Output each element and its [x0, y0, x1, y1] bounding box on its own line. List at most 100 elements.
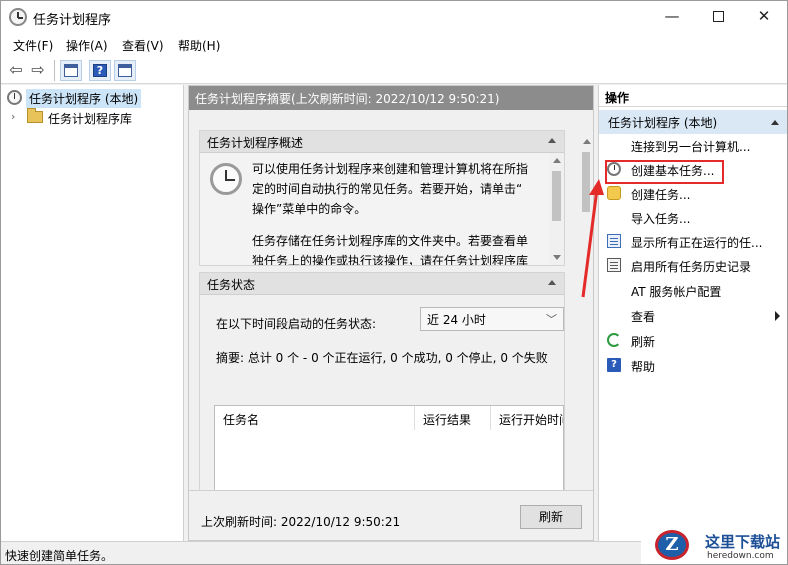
summary-footer: 上次刷新时间: 2022/10/12 9:50:21 刷新	[189, 490, 593, 540]
tree-item-task-scheduler-local[interactable]: 任务计划程序 (本地)	[1, 87, 184, 108]
overview-line: 操作”菜单中的命令。	[252, 202, 367, 216]
summary-header: 任务计划程序摘要(上次刷新时间: 2022/10/12 9:50:21)	[189, 86, 593, 110]
watermark-name: 这里下载站	[705, 533, 781, 551]
status-summary: 摘要: 总计 0 个 - 0 个正在运行, 0 个成功, 0 个停止, 0 个失…	[216, 351, 548, 365]
action-view[interactable]: 查看	[599, 304, 787, 328]
expand-icon[interactable]: ›	[11, 110, 15, 123]
column-header-run-result[interactable]: 运行结果	[415, 406, 491, 430]
watermark-logo-icon: Z	[655, 530, 689, 560]
action-label: 创建任务...	[631, 188, 691, 202]
menu-file[interactable]: 文件(F)	[13, 37, 53, 54]
actions-section-title: 任务计划程序 (本地)	[608, 116, 718, 130]
summary-scroll-area: 任务计划程序概述 可以使用任务计划程序来创建和管理计算机将在所指 定的时间自动执…	[189, 110, 593, 525]
window-title: 任务计划程序	[33, 13, 112, 28]
refresh-icon	[607, 333, 621, 347]
console-tree-icon	[64, 64, 78, 77]
show-hide-console-tree-button[interactable]	[60, 60, 82, 81]
overview-section-header[interactable]: 任务计划程序概述	[200, 131, 564, 153]
forward-arrow-icon[interactable]: ⇨	[29, 62, 47, 78]
action-label: 导入任务...	[631, 212, 691, 226]
last-refresh-text: 上次刷新时间: 2022/10/12 9:50:21	[201, 515, 401, 529]
clock-icon	[9, 8, 27, 26]
help-icon: ?	[607, 358, 621, 372]
console-tree: 任务计划程序 (本地) › 任务计划程序库	[1, 85, 184, 541]
action-label: 启用所有任务历史记录	[631, 260, 752, 274]
back-arrow-icon[interactable]: ⇦	[7, 62, 25, 78]
show-hide-action-pane-button[interactable]	[114, 60, 136, 81]
column-header-run-start-time[interactable]: 运行开始时间	[491, 406, 563, 430]
section-title: 任务状态	[207, 278, 256, 292]
task-scheduler-window: 任务计划程序 — ✕ 文件(F) 操作(A) 查看(V) 帮助(H) ⇦ ⇨ ?…	[0, 0, 788, 565]
close-button[interactable]: ✕	[741, 1, 787, 33]
action-help[interactable]: ? 帮助	[599, 354, 787, 378]
column-header-task-name[interactable]: 任务名	[215, 406, 415, 430]
menu-bar: 文件(F) 操作(A) 查看(V) 帮助(H)	[1, 33, 787, 57]
scroll-up-icon[interactable]	[583, 139, 591, 144]
period-value: 近 24 小时	[427, 313, 486, 327]
menu-action[interactable]: 操作(A)	[66, 37, 108, 54]
title-bar: 任务计划程序 — ✕	[1, 1, 787, 33]
action-label: 连接到另一台计算机...	[631, 140, 751, 154]
overview-line: 可以使用任务计划程序来创建和管理计算机将在所指	[252, 162, 529, 176]
period-select[interactable]: 近 24 小时 ﹀	[420, 307, 564, 331]
actions-title: 操作	[599, 85, 787, 107]
task-status-section-header[interactable]: 任务状态	[200, 273, 564, 295]
collapse-icon[interactable]	[771, 120, 779, 125]
overview-body: 可以使用任务计划程序来创建和管理计算机将在所指 定的时间自动执行的常见任务。若要…	[200, 153, 564, 265]
help-icon: ?	[93, 64, 107, 77]
action-label: 查看	[631, 310, 656, 324]
action-display-running-tasks[interactable]: 显示所有正在运行的任...	[599, 230, 787, 254]
status-text: 快速创建简单任务。	[5, 549, 114, 563]
action-at-service-account[interactable]: AT 服务帐户配置	[599, 279, 787, 303]
chevron-right-icon	[775, 311, 780, 321]
action-label: 刷新	[631, 335, 656, 349]
folder-icon	[27, 108, 43, 123]
help-button[interactable]: ?	[89, 60, 111, 81]
action-create-task[interactable]: 创建任务...	[599, 182, 787, 206]
collapse-icon[interactable]	[548, 138, 556, 143]
highlight-box	[605, 160, 724, 184]
clock-icon	[210, 163, 242, 195]
toolbar: ⇦ ⇨ ?	[1, 57, 787, 84]
chevron-down-icon: ﹀	[546, 313, 557, 326]
minimize-button[interactable]: —	[649, 1, 695, 33]
action-label: AT 服务帐户配置	[631, 285, 722, 299]
watermark: Z 这里下载站 heredown.com	[641, 526, 787, 564]
period-label: 在以下时间段启动的任务状态:	[216, 317, 377, 331]
section-title: 任务计划程序概述	[207, 136, 304, 150]
task-status-section: 任务状态 在以下时间段启动的任务状态: 近 24 小时 ﹀ 摘要: 总计 0 个…	[199, 272, 565, 525]
refresh-button[interactable]: 刷新	[520, 505, 582, 529]
action-label: 显示所有正在运行的任...	[631, 236, 763, 250]
toolbar-separator	[54, 60, 55, 81]
tree-item-label: 任务计划程序库	[48, 112, 133, 126]
overview-section: 任务计划程序概述 可以使用任务计划程序来创建和管理计算机将在所指 定的时间自动执…	[199, 130, 565, 266]
overview-line: 定的时间自动执行的常见任务。若要开始，请单击“	[252, 182, 523, 196]
tree-item-label: 任务计划程序 (本地)	[26, 89, 142, 108]
scroll-up-icon[interactable]	[553, 158, 561, 163]
overview-line: 任务存储在任务计划程序库的文件夹中。若要查看单	[252, 234, 529, 248]
action-refresh[interactable]: 刷新	[599, 329, 787, 353]
clock-icon	[7, 90, 22, 105]
action-pane-icon	[118, 64, 132, 77]
action-enable-task-history[interactable]: 启用所有任务历史记录	[599, 254, 787, 278]
menu-help[interactable]: 帮助(H)	[178, 37, 220, 54]
scroll-down-icon[interactable]	[553, 255, 561, 260]
action-connect-another-computer[interactable]: 连接到另一台计算机...	[599, 134, 787, 158]
menu-view[interactable]: 查看(V)	[122, 37, 164, 54]
action-label: 帮助	[631, 360, 656, 374]
action-import-task[interactable]: 导入任务...	[599, 206, 787, 230]
actions-section-header[interactable]: 任务计划程序 (本地)	[599, 110, 787, 134]
tree-item-task-library[interactable]: › 任务计划程序库	[1, 107, 184, 127]
scroll-thumb[interactable]	[552, 171, 561, 221]
watermark-domain: heredown.com	[707, 551, 774, 561]
collapse-icon[interactable]	[548, 280, 556, 285]
maximize-icon	[712, 11, 724, 22]
annotation-arrow-icon	[581, 179, 604, 298]
maximize-button[interactable]	[695, 1, 741, 33]
list-icon	[607, 234, 621, 248]
overview-scrollbar[interactable]	[549, 153, 564, 265]
summary-pane: 任务计划程序摘要(上次刷新时间: 2022/10/12 9:50:21) 任务计…	[188, 85, 594, 541]
history-icon	[607, 258, 621, 272]
create-task-icon	[607, 186, 621, 200]
overview-line: 独任务上的操作或执行该操作，请在任务计划程序库	[252, 254, 529, 265]
